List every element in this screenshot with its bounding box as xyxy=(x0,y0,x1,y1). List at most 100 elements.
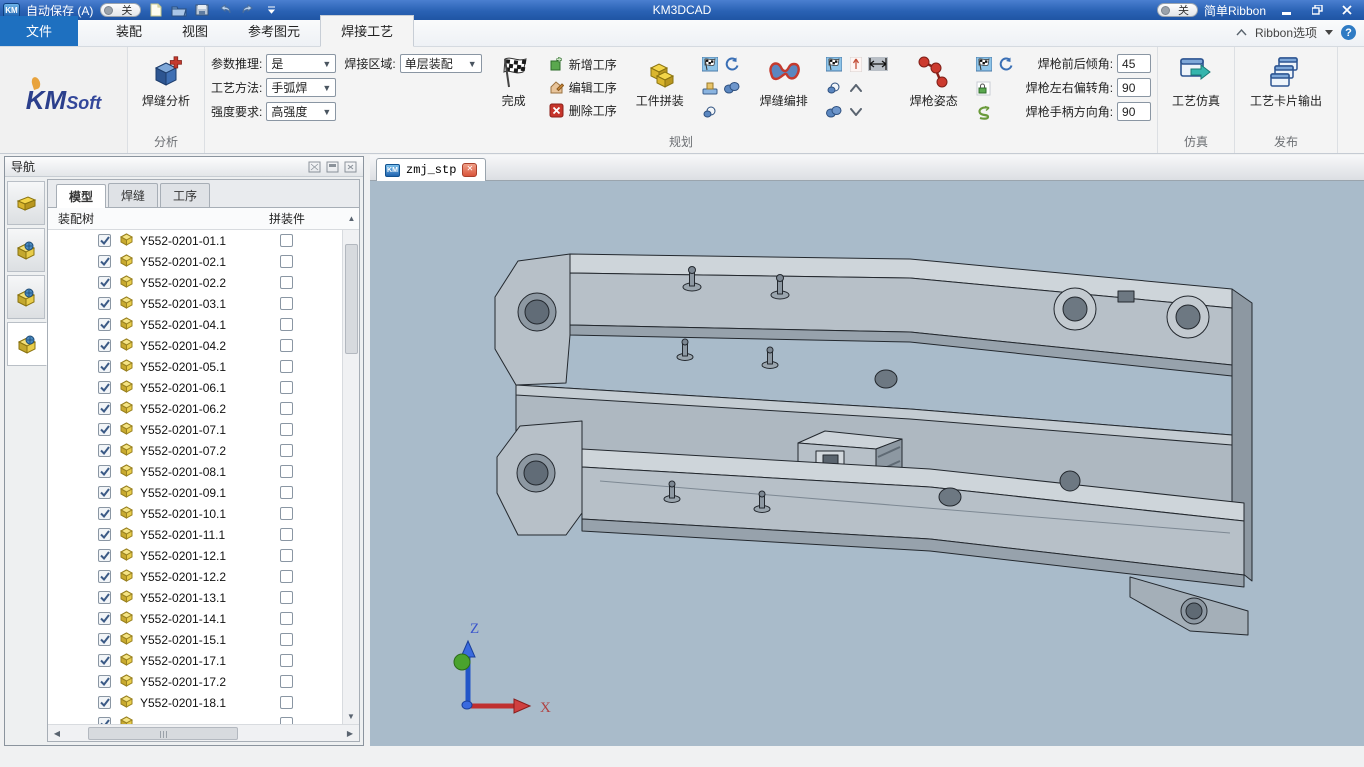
tree-row[interactable]: Y552-0201-15.1 xyxy=(48,629,342,650)
assembly-part-checkbox[interactable] xyxy=(280,234,293,247)
assembly-part-checkbox[interactable] xyxy=(280,528,293,541)
horizontal-scroll-thumb[interactable] xyxy=(88,727,238,740)
visibility-checkbox[interactable] xyxy=(98,591,111,604)
move-up-chevron-icon[interactable] xyxy=(846,78,866,98)
assembly-part-checkbox[interactable] xyxy=(280,360,293,373)
weld-segment-icon[interactable] xyxy=(722,78,742,98)
weld-region-select[interactable]: 单层装配▼ xyxy=(400,54,482,73)
nav-strip-assembly1-button[interactable] xyxy=(7,228,45,272)
visibility-checkbox[interactable] xyxy=(98,465,111,478)
visibility-checkbox[interactable] xyxy=(98,633,111,646)
ribbon-options-dropdown-icon[interactable] xyxy=(1325,30,1333,36)
assembly-part-checkbox[interactable] xyxy=(280,654,293,667)
assembly-part-checkbox[interactable] xyxy=(280,570,293,583)
assembly-part-checkbox[interactable] xyxy=(280,339,293,352)
assembly-part-checkbox[interactable] xyxy=(280,423,293,436)
viewport-3d[interactable]: Z X xyxy=(370,181,1364,746)
assembly-part-checkbox[interactable] xyxy=(280,549,293,562)
visibility-checkbox[interactable] xyxy=(98,423,111,436)
nav-float-icon[interactable] xyxy=(326,161,339,173)
weld-analysis-button[interactable]: 焊缝分析 xyxy=(134,51,198,109)
visibility-checkbox[interactable] xyxy=(98,444,111,457)
delete-process-button[interactable]: 删除工序 xyxy=(546,101,620,120)
reset-icon[interactable] xyxy=(722,54,742,74)
scroll-up-arrow[interactable]: ▲ xyxy=(344,211,359,227)
assembly-part-checkbox[interactable] xyxy=(280,381,293,394)
direction-up-icon[interactable] xyxy=(846,54,866,74)
tree-row[interactable]: Y552-0201-03.1 xyxy=(48,293,342,314)
strength-select[interactable]: 高强度▼ xyxy=(266,102,336,121)
spiral-path-icon[interactable] xyxy=(974,102,994,122)
minimize-button[interactable] xyxy=(1272,1,1302,19)
visibility-checkbox[interactable] xyxy=(98,360,111,373)
visibility-checkbox[interactable] xyxy=(98,549,111,562)
assembly-part-checkbox[interactable] xyxy=(280,255,293,268)
qat-dropdown-icon[interactable] xyxy=(263,3,279,17)
tree-row[interactable]: Y552-0201-02.2 xyxy=(48,272,342,293)
visibility-checkbox[interactable] xyxy=(98,528,111,541)
pose-reset-icon[interactable] xyxy=(996,54,1016,74)
tree-column-header[interactable]: 装配树 xyxy=(48,210,269,227)
visibility-checkbox[interactable] xyxy=(98,717,111,724)
assembly-part-checkbox[interactable] xyxy=(280,696,293,709)
edit-process-button[interactable]: 编辑工序 xyxy=(546,78,620,97)
assembly-part-checkbox[interactable] xyxy=(280,612,293,625)
weld-segment-small-icon[interactable] xyxy=(824,102,844,122)
move-down-chevron-icon[interactable] xyxy=(846,102,866,122)
help-icon[interactable]: ? xyxy=(1341,25,1356,40)
tree-row[interactable]: Y552-0201-13.1 xyxy=(48,587,342,608)
tab-assembly[interactable]: 装配 xyxy=(96,16,162,46)
tree-row[interactable]: Y552-0201-04.1 xyxy=(48,314,342,335)
vertical-scroll-thumb[interactable] xyxy=(345,244,358,354)
add-process-button[interactable]: 新增工序 xyxy=(546,55,620,74)
width-measure-icon[interactable] xyxy=(868,54,888,74)
arrange-finish-flag-icon[interactable] xyxy=(824,54,844,74)
visibility-checkbox[interactable] xyxy=(98,570,111,583)
tab-reference[interactable]: 参考图元 xyxy=(228,16,320,46)
autosave-toggle[interactable]: 关 xyxy=(100,3,141,17)
torch-pitch-input[interactable]: 45 xyxy=(1117,54,1151,73)
visibility-checkbox[interactable] xyxy=(98,402,111,415)
assembly-part-checkbox[interactable] xyxy=(280,486,293,499)
visibility-checkbox[interactable] xyxy=(98,612,111,625)
tree-row[interactable]: Y552-0201-01.1 xyxy=(48,230,342,251)
tree-row[interactable]: Y552-0201-14.1 xyxy=(48,608,342,629)
restore-button[interactable] xyxy=(1302,1,1332,19)
collapse-ribbon-icon[interactable] xyxy=(1236,29,1247,36)
tree-row[interactable]: Y552-0201-12.1 xyxy=(48,545,342,566)
nav-tab-weld[interactable]: 焊缝 xyxy=(108,183,158,207)
tree-row[interactable]: Y552-0201-18.1 xyxy=(48,692,342,713)
vertical-scrollbar[interactable]: ▼ xyxy=(342,230,359,724)
tree-row[interactable]: Y552-0201-07.1 xyxy=(48,419,342,440)
part-assembly-button[interactable]: 工件拼装 xyxy=(628,51,692,109)
visibility-checkbox[interactable] xyxy=(98,654,111,667)
close-button[interactable] xyxy=(1332,1,1362,19)
nav-strip-assembly2-button[interactable] xyxy=(7,275,45,319)
nav-tab-process[interactable]: 工序 xyxy=(160,183,210,207)
visibility-checkbox[interactable] xyxy=(98,255,111,268)
visibility-checkbox[interactable] xyxy=(98,297,111,310)
visibility-checkbox[interactable] xyxy=(98,234,111,247)
visibility-checkbox[interactable] xyxy=(98,339,111,352)
assembly-part-checkbox[interactable] xyxy=(280,402,293,415)
new-file-icon[interactable] xyxy=(148,3,164,17)
weld-point-small-icon[interactable] xyxy=(824,78,844,98)
weld-arrange-button[interactable]: 焊缝编排 xyxy=(752,51,816,109)
tree-row[interactable]: Y552-0201-05.1 xyxy=(48,356,342,377)
assembly-part-checkbox[interactable] xyxy=(280,717,293,724)
process-simulation-button[interactable]: 工艺仿真 xyxy=(1164,51,1228,109)
torch-pose-button[interactable]: 焊枪姿态 xyxy=(902,51,966,109)
assembly-part-checkbox[interactable] xyxy=(280,465,293,478)
assembly-part-checkbox[interactable] xyxy=(280,297,293,310)
assembly-finish-flag-icon[interactable] xyxy=(700,54,720,74)
stamp-tool-icon[interactable] xyxy=(700,78,720,98)
tree-row[interactable]: Y552-0201-10.1 xyxy=(48,503,342,524)
assembly-part-column-header[interactable]: 拼装件 xyxy=(269,210,344,227)
param-infer-select[interactable]: 是▼ xyxy=(266,54,336,73)
method-select[interactable]: 手弧焊▼ xyxy=(266,78,336,97)
nav-strip-box-button[interactable] xyxy=(7,181,45,225)
visibility-checkbox[interactable] xyxy=(98,507,111,520)
tab-view[interactable]: 视图 xyxy=(162,16,228,46)
visibility-checkbox[interactable] xyxy=(98,318,111,331)
ribbon-options-label[interactable]: Ribbon选项 xyxy=(1255,24,1317,41)
